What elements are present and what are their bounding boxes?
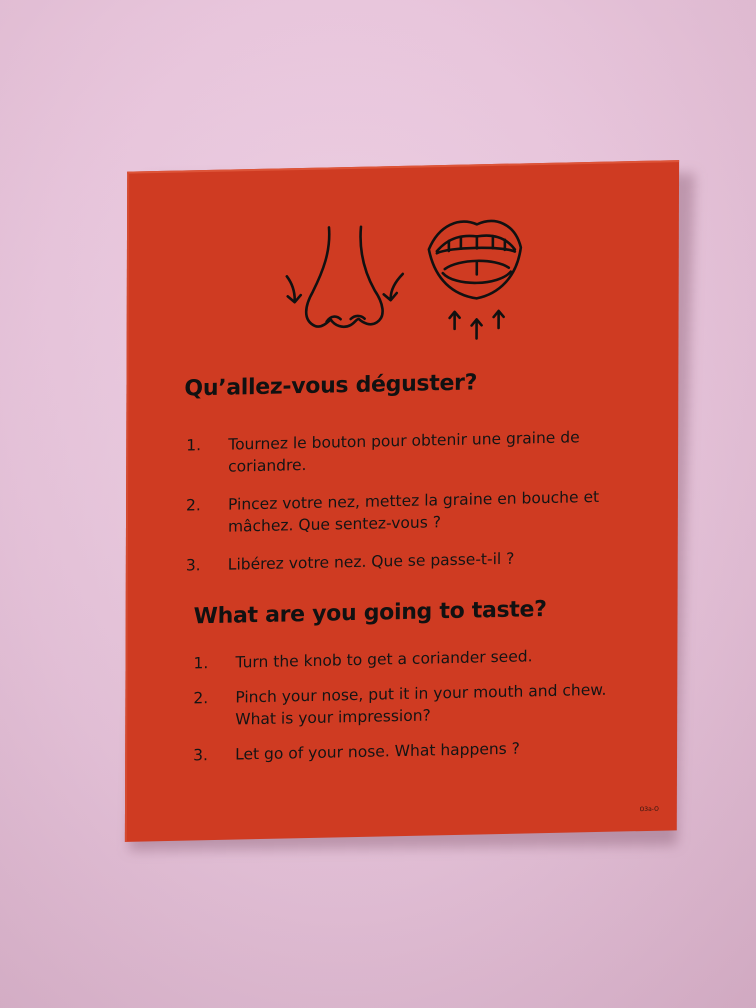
item-number: 2. (193, 689, 209, 708)
item-text: Let go of your nose. What happens ? (235, 739, 520, 764)
instruction-sign: Qu’allez-vous déguster? 1. Tournez le bo… (124, 160, 680, 842)
list-item: 1. Tournez le bouton pour obtenir une gr… (186, 425, 626, 478)
item-number: 3. (185, 556, 201, 575)
list-item: 2. Pincez votre nez, mettez la graine en… (186, 485, 626, 538)
english-instructions: 1. Turn the knob to get a coriander seed… (193, 643, 623, 779)
inhale-right-arrow-icon (382, 272, 405, 302)
item-text: Libérez votre nez. Que se passe-t-il ? (227, 549, 515, 574)
english-title: What are you going to taste? (193, 596, 547, 630)
item-text: Pinch your nose, put it in your mouth an… (235, 680, 607, 729)
french-instructions: 1. Tournez le bouton pour obtenir une gr… (186, 425, 626, 592)
item-number: 3. (193, 746, 208, 765)
open-mouth-icon (427, 219, 523, 300)
nose-icon (304, 225, 384, 329)
item-text: Pincez votre nez, mettez la graine en bo… (227, 487, 600, 536)
item-number: 1. (186, 436, 202, 455)
french-title: Qu’allez-vous déguster? (184, 370, 478, 402)
inhale-left-arrow-icon (285, 275, 303, 304)
item-text: Tournez le bouton pour obtenir une grain… (228, 428, 580, 476)
item-number: 2. (186, 496, 201, 515)
list-item: 2. Pinch your nose, put it in your mouth… (193, 678, 623, 731)
upward-arrows-icon (448, 309, 505, 340)
list-item: 1. Turn the knob to get a coriander seed… (193, 643, 623, 674)
list-item: 3. Let go of your nose. What happens ? (193, 735, 623, 766)
list-item: 3. Libérez votre nez. Que se passe-t-il … (186, 545, 626, 576)
item-text: Turn the knob to get a coriander seed. (235, 647, 533, 672)
sign-icons (285, 219, 523, 340)
sign-code: O3a-O (639, 805, 659, 814)
item-number: 1. (193, 654, 209, 673)
